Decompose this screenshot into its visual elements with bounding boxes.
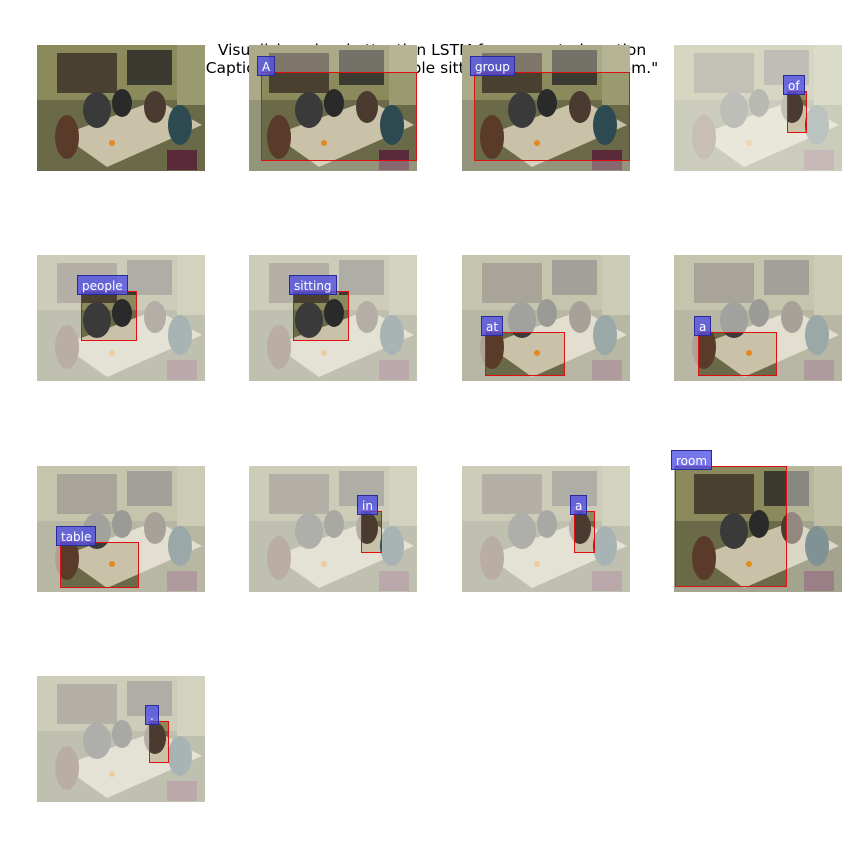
word-label: A [257,56,276,76]
attention-box [81,291,137,341]
attention-mask [674,45,842,171]
attention-box [60,542,139,588]
attention-mask [462,466,630,592]
attention-box [293,291,349,341]
attention-box [675,466,787,587]
word-label: of [783,75,805,95]
attention-figure: Visualizing visual attention LSTM for ge… [0,0,864,864]
word-label: a [570,495,588,515]
original-photo [37,45,205,171]
attention-panel [37,676,205,802]
word-label: group [470,56,515,76]
original-image [37,45,205,171]
attention-mask [249,466,417,592]
word-label: . [145,705,159,725]
attention-panel [674,45,842,171]
attention-box [149,721,169,763]
attention-box [787,91,807,133]
word-label: in [357,495,378,515]
word-label: at [481,316,504,336]
word-label: table [56,526,97,546]
attention-mask [37,676,205,802]
attention-box [698,332,777,376]
attention-box [361,511,382,553]
attention-box [261,72,417,161]
word-label: a [694,316,712,336]
word-label: sitting [289,275,337,295]
attention-box [474,72,630,161]
word-label: people [77,275,128,295]
word-label: room [671,450,713,470]
attention-panel [249,466,417,592]
attention-box [485,332,565,376]
attention-panel [462,466,630,592]
attention-box [574,511,595,553]
